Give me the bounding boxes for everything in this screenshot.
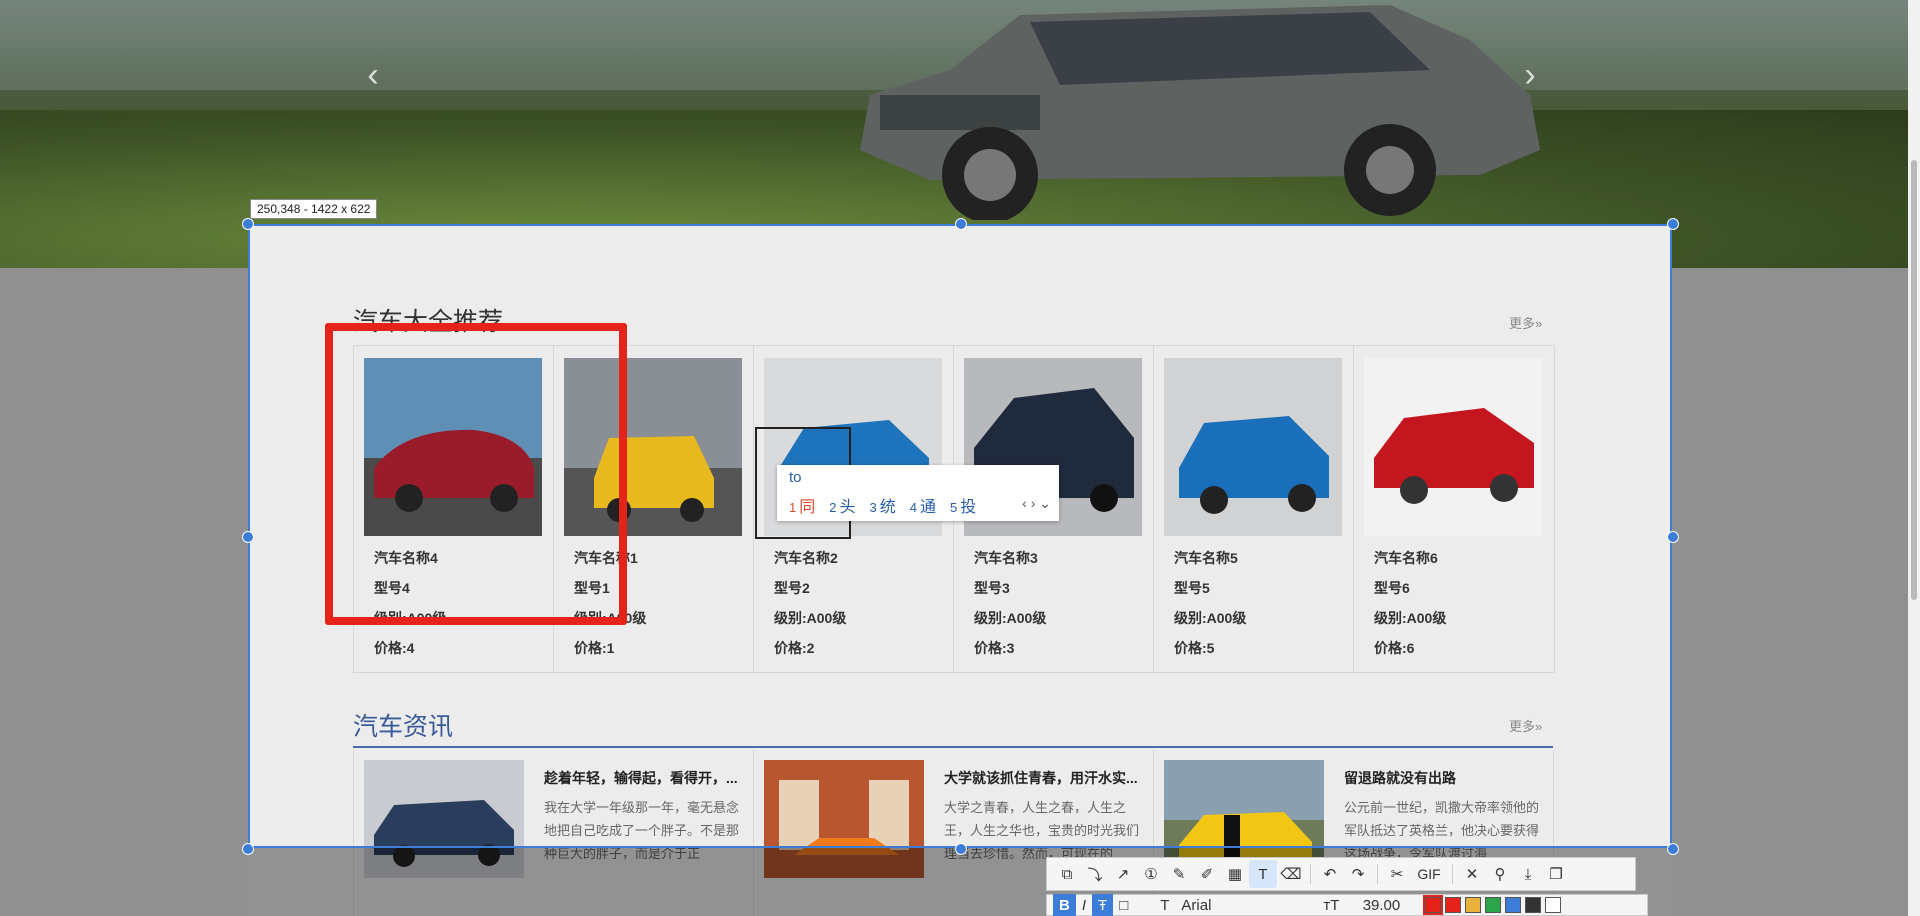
toolbar-separator xyxy=(1310,864,1311,884)
ime-candidate-window: to 1同 2头 3统 4通 5投 ‹ › ⌄ xyxy=(777,465,1059,521)
resize-handle-tm[interactable] xyxy=(955,218,967,230)
ime-candidate-number: 3 xyxy=(869,500,877,515)
color-swatch-green[interactable] xyxy=(1485,897,1502,913)
ime-candidate[interactable]: 3统 xyxy=(870,493,896,517)
capture-dim-top xyxy=(0,0,1920,224)
ime-candidate[interactable]: 4通 xyxy=(910,493,936,517)
download-icon[interactable]: ⤓ xyxy=(1514,860,1542,888)
number-marker-icon[interactable]: ① xyxy=(1137,860,1165,888)
toolbar-separator xyxy=(1452,864,1453,884)
resize-handle-bm[interactable] xyxy=(955,843,967,855)
bold-button[interactable]: B xyxy=(1053,894,1076,916)
arrow-tool-icon[interactable]: ↗ xyxy=(1109,860,1137,888)
copy-icon[interactable]: ❐ xyxy=(1542,860,1570,888)
italic-button[interactable]: I xyxy=(1076,894,1092,916)
color-swatch-yellow[interactable] xyxy=(1465,897,1482,913)
scroll-capture-icon[interactable]: ✂ xyxy=(1383,860,1411,888)
font-family-select[interactable]: Arial xyxy=(1175,894,1317,916)
ime-candidate-number: 5 xyxy=(950,500,958,515)
capture-dim-right xyxy=(1672,268,1908,916)
ime-candidate[interactable]: 5投 xyxy=(950,493,976,517)
color-swatch-red[interactable] xyxy=(1445,897,1462,913)
gif-record-button[interactable]: GIF xyxy=(1411,860,1447,888)
color-swatch-red-selected[interactable] xyxy=(1423,895,1444,915)
undo-icon[interactable]: ↶ xyxy=(1316,860,1344,888)
text-outline-icon[interactable]: Ŧ xyxy=(1092,894,1114,916)
ime-candidate[interactable]: 1同 xyxy=(789,493,815,517)
resize-handle-ml[interactable] xyxy=(242,531,254,543)
text-style-toolbar: B I Ŧ □ T Arial тT 39.00 xyxy=(1046,894,1648,916)
ime-candidate[interactable]: 2头 xyxy=(829,493,855,517)
annotation-toolbar: ⧉ ⤵ ↗ ① ✎ ✐ ▦ T ⌫ ↶ ↷ ✂ GIF ✕ ⚲ ⤓ ❐ xyxy=(1046,857,1636,891)
selection-size-label: 250,348 - 1422 x 622 xyxy=(250,199,378,219)
resize-handle-tr[interactable] xyxy=(1667,218,1679,230)
ime-candidate-char: 同 xyxy=(799,499,816,516)
resize-handle-bl[interactable] xyxy=(242,843,254,855)
font-family-icon: T xyxy=(1160,896,1170,914)
ime-candidate-number: 1 xyxy=(789,500,797,515)
font-size-icon: тT xyxy=(1323,896,1340,914)
resize-handle-br[interactable] xyxy=(1667,843,1679,855)
color-swatch-black[interactable] xyxy=(1525,897,1542,913)
font-size-select[interactable]: 39.00 xyxy=(1345,894,1417,916)
polyline-tool-icon[interactable]: ⤵ xyxy=(1081,860,1109,888)
capture-dim-left xyxy=(0,268,248,916)
ime-candidate-char: 通 xyxy=(919,499,936,516)
ime-candidate-char: 统 xyxy=(879,499,896,516)
pen-tool-icon[interactable]: ✎ xyxy=(1165,860,1193,888)
ime-page-nav[interactable]: ‹ › ⌄ xyxy=(1022,495,1051,512)
toolbar-separator xyxy=(1377,864,1378,884)
ime-candidate-number: 2 xyxy=(829,500,837,515)
pin-icon[interactable]: ⚲ xyxy=(1486,860,1514,888)
ime-candidate-list: 1同 2头 3统 4通 5投 xyxy=(789,493,976,517)
color-swatch-white[interactable] xyxy=(1545,897,1562,913)
resize-handle-mr[interactable] xyxy=(1667,531,1679,543)
ime-candidate-number: 4 xyxy=(909,500,917,515)
resize-handle-tl[interactable] xyxy=(242,218,254,230)
scrollbar-thumb[interactable] xyxy=(1911,160,1917,600)
eraser-tool-icon[interactable]: ⌫ xyxy=(1277,860,1305,888)
redo-icon[interactable]: ↷ xyxy=(1344,860,1372,888)
red-rectangle-annotation[interactable] xyxy=(325,323,627,625)
text-tool-icon[interactable]: T xyxy=(1249,860,1277,888)
highlighter-tool-icon[interactable]: ✐ xyxy=(1193,860,1221,888)
ime-candidate-char: 头 xyxy=(839,499,856,516)
ime-composition-text: to xyxy=(789,469,802,486)
shape-tool-icon[interactable]: ⧉ xyxy=(1053,860,1081,888)
color-swatch-blue[interactable] xyxy=(1505,897,1522,913)
mosaic-tool-icon[interactable]: ▦ xyxy=(1221,860,1249,888)
page-scrollbar[interactable] xyxy=(1908,0,1920,916)
text-background-icon[interactable]: □ xyxy=(1113,894,1134,916)
close-icon[interactable]: ✕ xyxy=(1458,860,1486,888)
ime-candidate-char: 投 xyxy=(960,499,977,516)
